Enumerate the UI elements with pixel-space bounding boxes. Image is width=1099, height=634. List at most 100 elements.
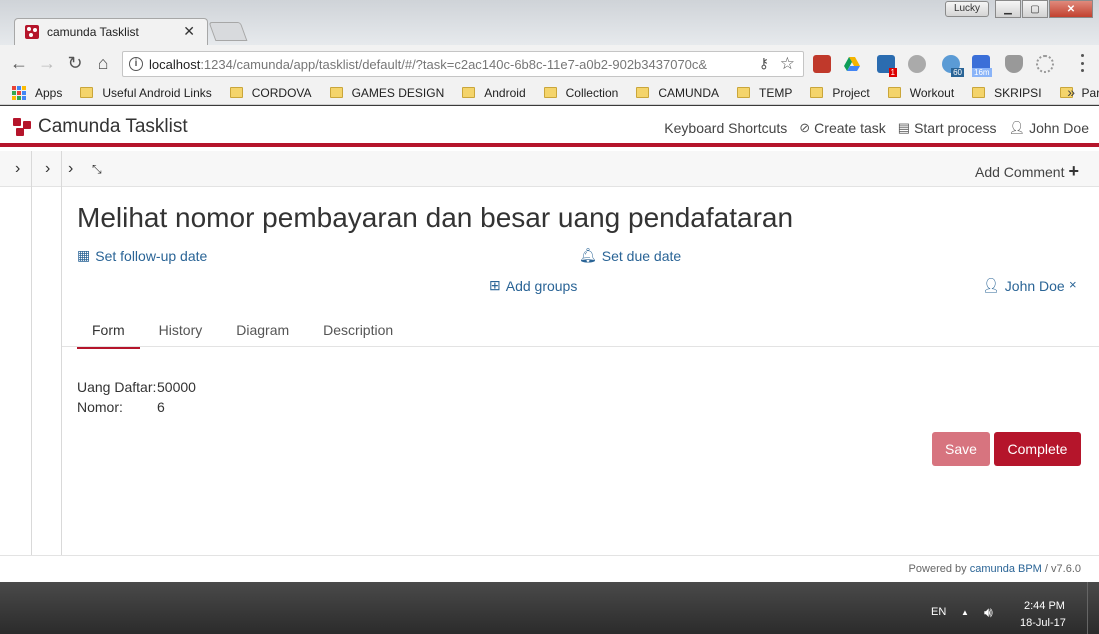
bookmark-folder[interactable]: CORDOVA: [229, 85, 312, 100]
folder-icon: [972, 87, 986, 98]
bookmarks-overflow-icon[interactable]: »: [1067, 84, 1075, 100]
assignee-link[interactable]: 👤︎ John Doe: [982, 277, 1065, 294]
profile-badge[interactable]: Lucky: [945, 1, 989, 17]
bookmark-folder[interactable]: TEMP: [737, 86, 792, 100]
user-icon: 👤︎: [1008, 120, 1026, 135]
tab-close-icon[interactable]: ✕: [183, 23, 195, 40]
key-icon[interactable]: ⚷: [759, 55, 769, 72]
bookmark-label: Workout: [909, 85, 955, 100]
bookmark-label: CAMUNDA: [658, 85, 719, 100]
field-value: 6: [157, 399, 165, 415]
complete-button[interactable]: Complete: [994, 432, 1081, 466]
forward-arrow-icon[interactable]: →: [36, 52, 58, 74]
start-process-link[interactable]: ▤ Start process: [898, 120, 997, 136]
bookmark-label: CORDOVA: [251, 85, 312, 100]
language-indicator[interactable]: EN: [931, 606, 946, 618]
user-icon: 👤︎: [982, 277, 1000, 293]
form-field-uang-daftar: Uang Daftar:50000: [77, 379, 196, 395]
show-desktop-button[interactable]: [1087, 582, 1099, 634]
address-bar[interactable]: i localhost:1234/camunda/app/tasklist/de…: [122, 51, 804, 77]
extension-gray-icon[interactable]: [908, 55, 926, 73]
clock-time[interactable]: 2:44 PM: [1024, 600, 1065, 612]
tab-diagram[interactable]: Diagram: [221, 320, 304, 349]
compress-icon[interactable]: ⤡: [92, 162, 102, 177]
create-task-link[interactable]: ⊘ Create task: [799, 120, 886, 136]
apps-grid-icon: [12, 85, 26, 100]
back-arrow-icon[interactable]: ←: [8, 52, 30, 74]
reload-icon[interactable]: ↻: [64, 52, 86, 74]
calendar-extension-icon[interactable]: 16m: [972, 55, 992, 77]
browser-tab[interactable]: camunda Tasklist ✕: [14, 18, 208, 45]
bell-icon: 🔔︎: [579, 247, 597, 263]
folder-icon: [737, 87, 750, 98]
brand[interactable]: Camunda Tasklist: [12, 116, 188, 138]
tab-form[interactable]: Form: [77, 320, 140, 349]
extension-book-icon[interactable]: [813, 55, 831, 73]
volume-icon[interactable]: 🔊︎: [984, 604, 993, 621]
keyboard-shortcuts-link[interactable]: Keyboard Shortcuts: [664, 120, 787, 136]
bookmark-label: TEMP: [759, 85, 793, 100]
expand-list-chevron-icon[interactable]: ›: [45, 160, 50, 178]
bookmark-folder[interactable]: CAMUNDA: [636, 86, 719, 100]
bookmarks-bar: Apps Useful Android Links CORDOVA GAMES DES…: [0, 81, 1099, 105]
browser-tabstrip: camunda Tasklist ✕ Lucky ▁ ▢ ✕: [0, 0, 1099, 45]
bookmark-label: Apps: [35, 85, 63, 100]
new-tab-button[interactable]: [208, 22, 248, 41]
bookmark-folder[interactable]: Useful Android Links: [80, 86, 212, 100]
bookmark-folder[interactable]: Project: [810, 85, 870, 100]
browser-menu-icon[interactable]: [1079, 54, 1085, 72]
bookmark-folder[interactable]: Android: [462, 85, 526, 100]
home-icon[interactable]: ⌂: [92, 52, 114, 74]
folder-icon: [636, 87, 650, 98]
close-window-button[interactable]: ✕: [1049, 0, 1093, 18]
bookmark-apps[interactable]: Apps: [12, 85, 63, 100]
save-button[interactable]: Save: [932, 432, 990, 466]
bookmark-label: Project: [832, 85, 870, 100]
bookmark-label: GAMES DESIGN: [351, 85, 445, 100]
minimize-button[interactable]: ▁: [995, 0, 1021, 18]
bookmark-folder[interactable]: Workout: [887, 85, 955, 100]
task-subbar: › › › ⤡ Add Comment +: [0, 151, 1099, 187]
set-follow-up-date-link[interactable]: ▦ Set follow-up date: [77, 247, 207, 264]
user-menu[interactable]: 👤︎ John Doe: [1009, 120, 1089, 136]
tray-expand-icon[interactable]: ▲: [961, 608, 969, 617]
folder-icon: [462, 87, 476, 98]
clock-date[interactable]: 18-Jul-17: [1020, 617, 1066, 629]
expand-filters-chevron-icon[interactable]: ›: [15, 160, 20, 178]
tasklist-page: Camunda Tasklist Keyboard Shortcuts ⊘ Cre…: [0, 106, 1099, 582]
powered-by-text: Powered by camunda BPM / v7.6.0: [908, 563, 1081, 575]
set-due-date-link[interactable]: 🔔︎ Set due date: [579, 247, 681, 264]
office365-icon[interactable]: 1: [877, 55, 897, 77]
google-drive-icon[interactable]: [843, 55, 861, 73]
plus-icon: +: [1068, 161, 1079, 181]
folder-icon: [229, 87, 243, 98]
camunda-logo-icon: [13, 118, 31, 136]
field-value: 50000: [157, 379, 196, 395]
url-text[interactable]: localhost:1234/camunda/app/tasklist/defa…: [149, 57, 749, 72]
move-extension-icon[interactable]: [1036, 55, 1054, 73]
camunda-favicon-icon: [25, 25, 39, 39]
timer-extension-icon[interactable]: 60: [942, 55, 964, 77]
bookmark-folder[interactable]: Collection: [543, 86, 618, 100]
bookmark-star-icon[interactable]: ☆: [780, 54, 795, 74]
bookmark-label: SKRIPSI: [994, 85, 1042, 100]
site-info-icon[interactable]: i: [129, 57, 143, 71]
add-comment-button[interactable]: Add Comment +: [975, 161, 1079, 182]
header-links: Keyboard Shortcuts ⊘ Create task ▤ Start p…: [652, 120, 1089, 136]
shield-extension-icon[interactable]: [1005, 55, 1023, 73]
bookmark-label: Android: [484, 85, 526, 100]
add-groups-link[interactable]: ⊞ Add groups: [489, 277, 577, 294]
maximize-button[interactable]: ▢: [1022, 0, 1048, 18]
folder-icon: [543, 87, 557, 98]
camunda-bpm-link[interactable]: camunda BPM: [970, 563, 1042, 575]
tab-description[interactable]: Description: [308, 320, 408, 349]
expand-task-chevron-icon[interactable]: ›: [68, 160, 73, 178]
field-label: Nomor:: [77, 399, 123, 415]
folder-icon: [887, 87, 901, 98]
bookmark-folder[interactable]: Par: [1059, 86, 1099, 100]
remove-assignee-icon[interactable]: ×: [1069, 277, 1077, 292]
tab-history[interactable]: History: [144, 320, 218, 349]
bookmark-folder[interactable]: GAMES DESIGN: [329, 85, 445, 100]
list-icon: ▤: [897, 120, 911, 135]
bookmark-folder[interactable]: SKRIPSI: [972, 85, 1042, 100]
